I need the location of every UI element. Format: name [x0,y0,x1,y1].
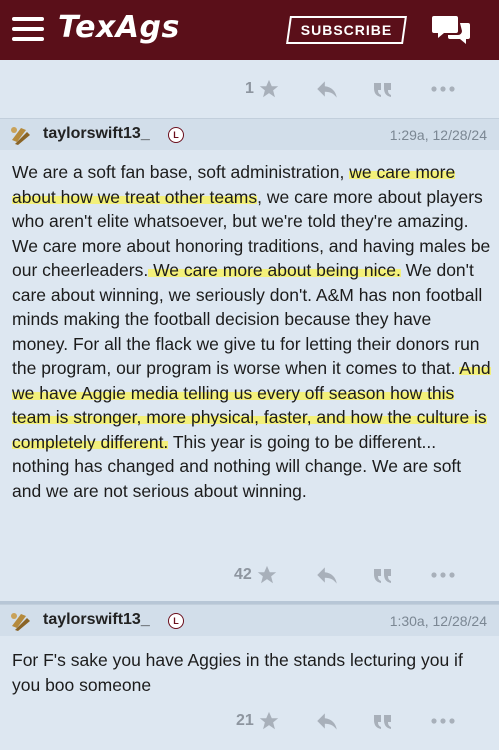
post-timestamp[interactable]: 1:29a, 12/28/24 [390,127,487,143]
body-text-segment: We are a soft fan base, soft administrat… [12,162,350,182]
post-timestamp[interactable]: 1:30a, 12/28/24 [390,613,487,629]
reply-icon[interactable] [314,560,340,590]
star-icon[interactable] [256,564,278,586]
subscribe-button[interactable]: SUBSCRIBE [286,16,407,44]
post-header: taylorswift13_ L 1:30a, 12/28/24 [0,604,499,637]
star-icon[interactable] [258,78,280,100]
post-body-area: We are a soft fan base, soft administrat… [0,150,499,601]
site-logo[interactable]: TexAgs [58,10,180,45]
highlighted-text: We care more about being nice. [148,260,401,280]
quote-icon[interactable] [371,74,395,104]
quote-icon[interactable] [371,560,395,590]
top-navigation-bar: TexAgs SUBSCRIBE [0,0,499,60]
user-badge: L [168,127,184,143]
username[interactable]: taylorswift13_ [43,611,150,629]
vote-count: 42 [234,566,252,583]
previous-post-footer: 1 [0,60,499,118]
vote-count: 21 [236,712,254,729]
avatar[interactable] [9,610,31,632]
more-icon[interactable] [430,706,456,736]
more-icon[interactable] [430,74,456,104]
post-body-area: For F's sake you have Aggies in the stan… [0,636,499,750]
vote-count: 1 [245,80,254,97]
subscribe-label: SUBSCRIBE [300,22,393,38]
post-header: taylorswift13_ L 1:29a, 12/28/24 [0,118,499,151]
user-badge: L [168,613,184,629]
more-icon[interactable] [430,560,456,590]
avatar[interactable] [9,124,31,146]
vote-control[interactable]: 21 [236,706,280,736]
post-body: We are a soft fan base, soft administrat… [12,160,492,503]
post-body: For F's sake you have Aggies in the stan… [12,650,463,695]
vote-control[interactable]: 1 [245,74,280,104]
star-icon[interactable] [258,710,280,732]
vote-control[interactable]: 42 [234,560,278,590]
reply-icon[interactable] [314,706,340,736]
chat-icon[interactable] [432,12,472,48]
menu-icon[interactable] [12,17,44,41]
quote-icon[interactable] [371,706,395,736]
reply-icon[interactable] [314,74,340,104]
username[interactable]: taylorswift13_ [43,125,150,143]
